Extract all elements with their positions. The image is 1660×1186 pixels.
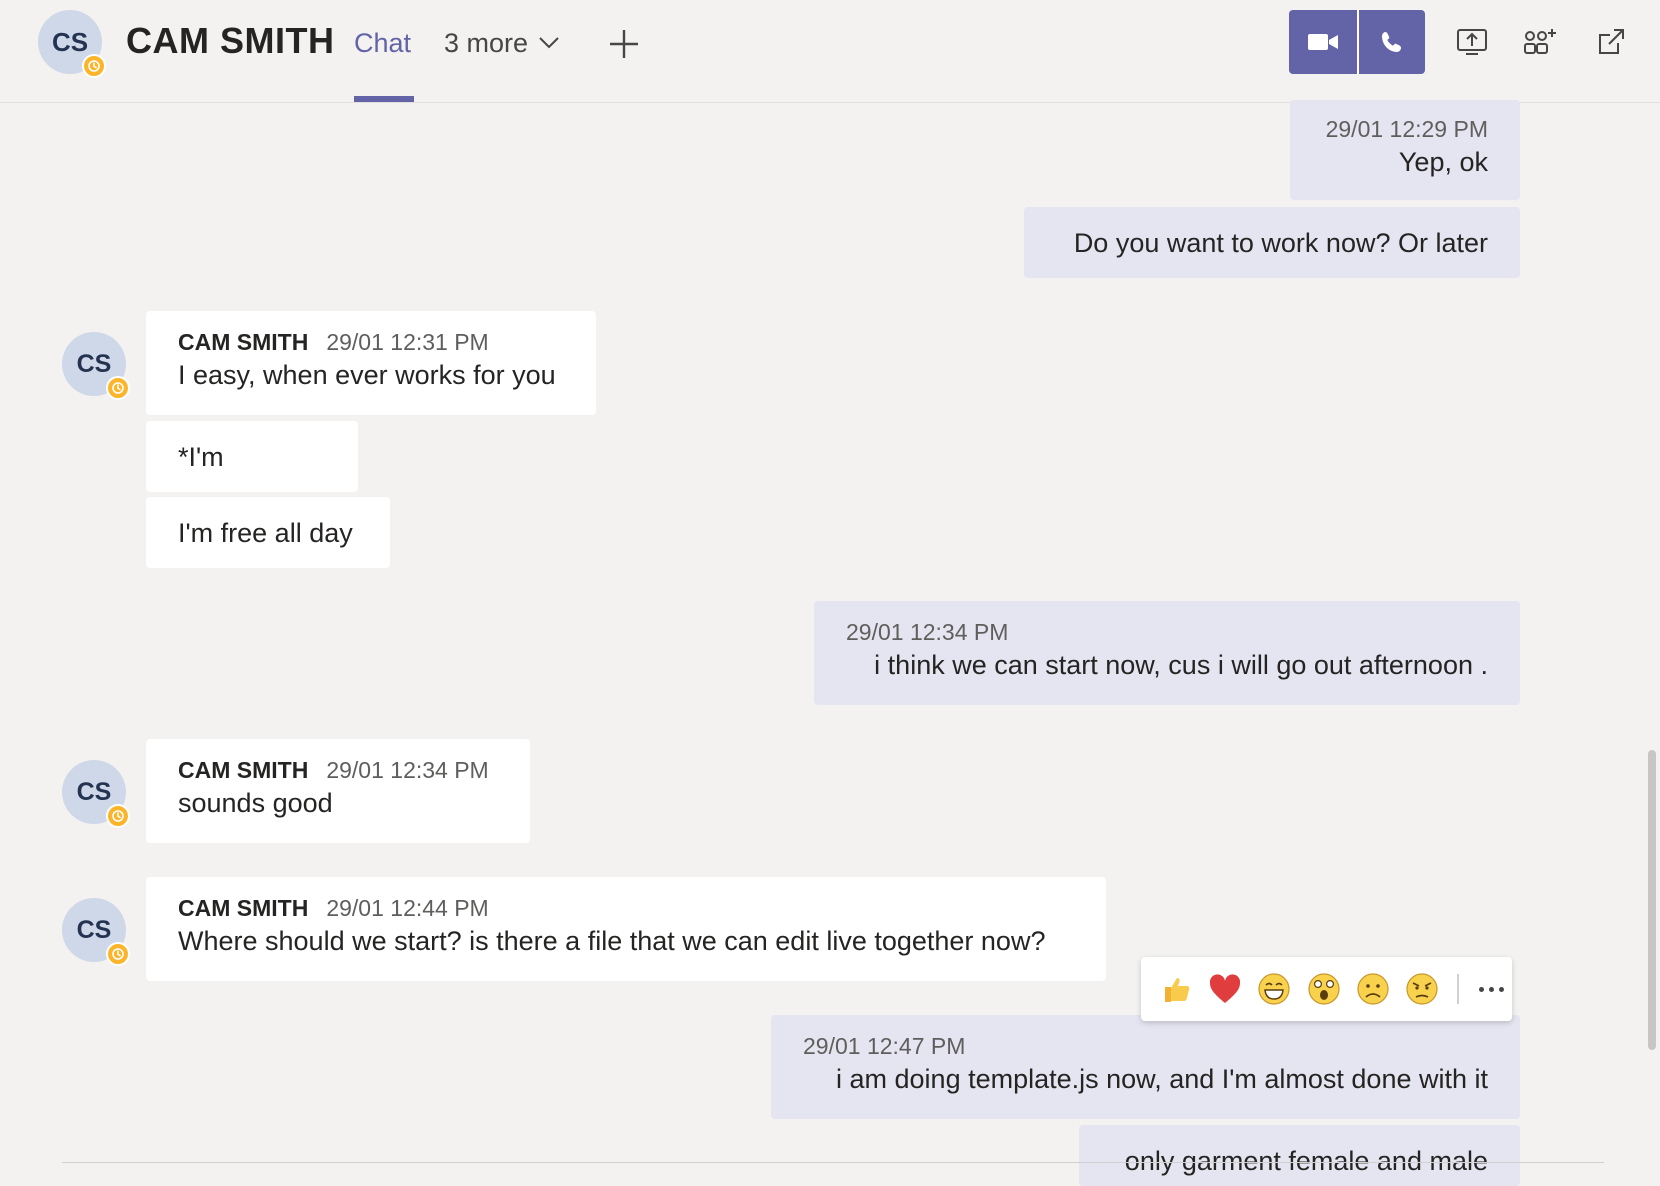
share-screen-icon (1457, 29, 1487, 55)
their-message[interactable]: *I'm (146, 421, 358, 492)
compose-divider (62, 1162, 1604, 1163)
message-timestamp: 29/01 12:29 PM (1325, 116, 1488, 142)
away-status-icon (106, 942, 130, 966)
avatar-initials: CS (76, 349, 112, 378)
pop-out-button[interactable] (1591, 22, 1631, 62)
away-status-icon (82, 54, 106, 78)
reaction-divider (1456, 974, 1459, 1004)
message-text: Where should we start? is there a file t… (178, 926, 1046, 956)
message-sender: CAM SMITH (178, 329, 309, 355)
message-sender: CAM SMITH (178, 757, 309, 783)
add-people-button[interactable] (1520, 22, 1560, 62)
video-call-button[interactable] (1289, 10, 1357, 74)
audio-call-icon (1382, 32, 1401, 52)
avatar-initials: CS (76, 777, 112, 806)
angry-face-icon (1406, 973, 1438, 1005)
add-tab-icon[interactable] (604, 24, 644, 64)
sad-face-icon (1357, 973, 1389, 1005)
tab-more-label: 3 more (444, 28, 529, 58)
call-buttons (1289, 10, 1425, 74)
contact-avatar[interactable]: CS (38, 10, 106, 78)
more-options-icon[interactable] (1471, 968, 1512, 1010)
scrollbar[interactable] (1648, 750, 1656, 1050)
video-call-icon (1308, 34, 1338, 50)
message-text: Do you want to work now? Or later (1073, 228, 1488, 258)
chevron-down-icon (539, 37, 559, 49)
message-text: *I'm (178, 442, 224, 472)
thumbs-up-icon (1164, 978, 1189, 1002)
laughing-face-icon (1258, 973, 1290, 1005)
my-message[interactable]: 29/01 12:29 PM Yep, ok (1290, 100, 1520, 200)
message-text: i think we can start now, cus i will go … (874, 650, 1488, 680)
angry-reaction-button[interactable] (1401, 968, 1442, 1010)
share-screen-button[interactable] (1452, 22, 1492, 62)
heart-icon (1209, 974, 1241, 1003)
pop-out-icon (1599, 29, 1624, 54)
message-sender: CAM SMITH (178, 895, 309, 921)
active-tab-indicator (354, 96, 414, 102)
add-people-icon (1524, 29, 1556, 54)
their-message[interactable]: CAM SMITH 29/01 12:34 PM sounds good (146, 739, 530, 843)
chat-header: CS CAM SMITH Chat 3 more (0, 0, 1660, 103)
my-message[interactable]: 29/01 12:47 PM i am doing template.js no… (771, 1015, 1520, 1119)
message-text: i am doing template.js now, and I'm almo… (836, 1064, 1488, 1094)
message-timestamp: 29/01 12:31 PM (326, 329, 489, 355)
their-message[interactable]: CAM SMITH 29/01 12:44 PM Where should we … (146, 877, 1106, 981)
my-message[interactable]: 29/01 12:34 PM i think we can start now,… (814, 601, 1520, 705)
avatar-initials: CS (51, 26, 89, 57)
message-timestamp: 29/01 12:44 PM (326, 895, 489, 921)
tab-chat[interactable]: Chat (354, 28, 411, 103)
message-timestamp: 29/01 12:34 PM (326, 757, 489, 783)
away-status-icon (106, 804, 130, 828)
audio-call-button[interactable] (1357, 10, 1425, 74)
sad-reaction-button[interactable] (1352, 968, 1393, 1010)
message-text: I'm free all day (178, 518, 353, 548)
sender-avatar[interactable]: CS (62, 898, 130, 966)
tab-more-dropdown[interactable]: 3 more (444, 28, 560, 59)
message-meta: CAM SMITH 29/01 12:44 PM (178, 893, 1074, 923)
chat-title: CAM SMITH (126, 20, 335, 61)
their-message[interactable]: I'm free all day (146, 497, 390, 568)
reaction-bar (1141, 957, 1512, 1021)
message-meta: CAM SMITH 29/01 12:31 PM (178, 327, 564, 357)
their-message[interactable]: CAM SMITH 29/01 12:31 PM I easy, when eve… (146, 311, 596, 415)
sender-avatar[interactable]: CS (62, 760, 130, 828)
message-text: I easy, when ever works for you (178, 360, 556, 390)
message-text: sounds good (178, 788, 333, 818)
my-message[interactable]: only garment female and male (1079, 1125, 1520, 1186)
away-status-icon (106, 376, 130, 400)
surprised-reaction-button[interactable] (1303, 968, 1344, 1010)
my-message[interactable]: Do you want to work now? Or later (1024, 207, 1520, 278)
message-meta: CAM SMITH 29/01 12:34 PM (178, 755, 498, 785)
heart-reaction-button[interactable] (1204, 968, 1245, 1010)
surprised-face-icon (1307, 973, 1340, 1005)
message-text: only garment female and male (1124, 1146, 1488, 1176)
sender-avatar[interactable]: CS (62, 332, 130, 400)
message-timestamp: 29/01 12:47 PM (803, 1033, 966, 1059)
message-text: Yep, ok (1398, 147, 1488, 177)
avatar-initials: CS (76, 915, 112, 944)
message-timestamp: 29/01 12:34 PM (846, 619, 1009, 645)
laugh-reaction-button[interactable] (1254, 968, 1295, 1010)
like-reaction-button[interactable] (1155, 968, 1196, 1010)
